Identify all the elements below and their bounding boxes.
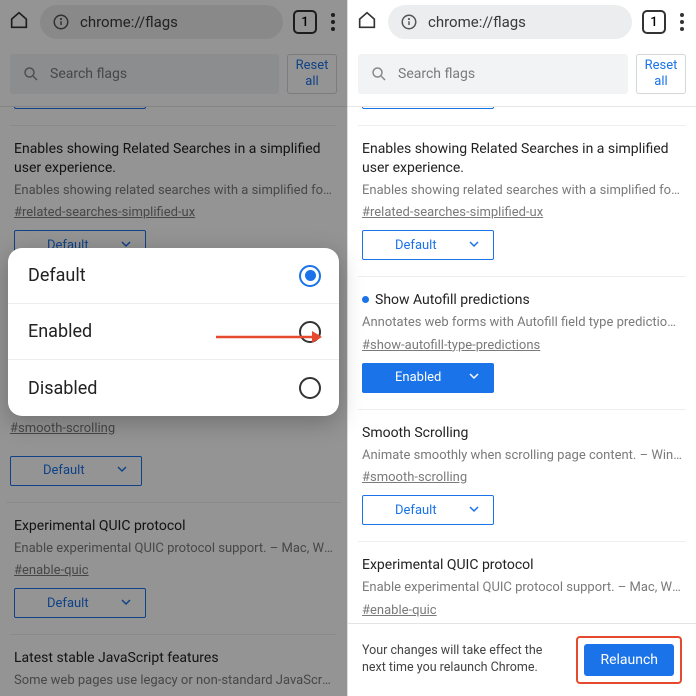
flag-select[interactable]: Enabled [362,363,494,393]
chevron-down-icon [469,238,479,253]
flag-item: Smooth Scrolling Animate smoothly when s… [358,410,686,542]
flag-hash[interactable]: #smooth-scrolling [362,470,467,485]
search-icon [370,65,388,83]
flag-desc: Enable experimental QUIC protocol suppor… [362,579,682,597]
radio-selected-icon [299,265,321,287]
flag-select[interactable]: Default [362,230,494,260]
chevron-down-icon [469,503,479,518]
flag-item: Experimental QUIC protocol Enable experi… [358,542,686,623]
search-placeholder: Search flags [398,66,475,82]
flag-hash[interactable]: #related-searches-simplified-ux [362,205,543,220]
flag-select[interactable]: Default [362,495,494,525]
modified-dot-icon [362,296,369,303]
annotation-highlight: Relaunch [576,636,682,684]
annotation-arrow [216,328,324,350]
home-icon[interactable] [356,9,378,35]
menu-icon[interactable] [676,13,688,31]
flag-item: Enables showing Related Searches in a si… [358,126,686,277]
modal-option-disabled[interactable]: Disabled [8,360,339,416]
chevron-down-icon [469,370,479,385]
flag-desc: Annotates web forms with Autofill field … [362,314,682,332]
flag-title: Smooth Scrolling [362,424,682,443]
reset-all-button[interactable]: Reset all [636,54,686,94]
flag-desc: Animate smoothly when scrolling page con… [362,447,682,465]
url-box[interactable]: chrome://flags [388,5,632,39]
modal-option-default[interactable]: Default [8,248,339,304]
footer-text: Your changes will take effect the next t… [362,643,564,677]
relaunch-footer: Your changes will take effect the next t… [348,623,696,696]
tabs-button[interactable]: 1 [642,10,666,34]
url-text: chrome://flags [428,13,526,31]
flag-hash[interactable]: #enable-quic [362,603,437,618]
flag-hash[interactable]: #show-autofill-type-predictions [362,338,540,353]
flag-item: Show Autofill predictions Annotates web … [358,277,686,409]
flag-select[interactable]: Default [362,107,494,109]
flag-title: Experimental QUIC protocol [362,556,682,575]
relaunch-button[interactable]: Relaunch [584,644,674,676]
info-icon [400,13,418,31]
flag-desc: Enables showing related searches with a … [362,182,682,200]
flag-title: Show Autofill predictions [362,291,682,310]
search-input[interactable]: Search flags [358,54,628,94]
radio-icon [299,377,321,399]
flag-title: Enables showing Related Searches in a si… [362,140,682,178]
